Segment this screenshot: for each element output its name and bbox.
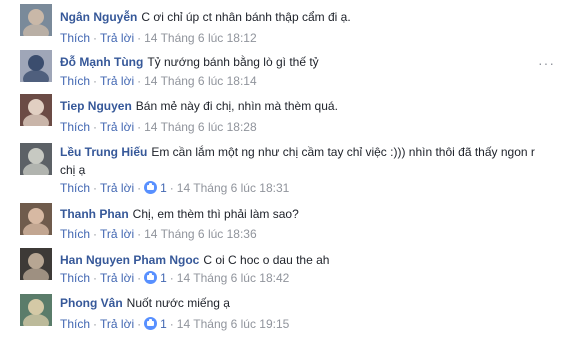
more-options-icon[interactable]: ··· (538, 55, 555, 71)
avatar[interactable] (20, 294, 52, 326)
comment-body: Ngân Nguyễn C ơi chỉ úp ct nhân bánh thập… (60, 8, 540, 26)
commenter-name[interactable]: Han Nguyen Pham Ngoc (60, 253, 199, 267)
comment-actions: Thích · Trả lời · 14 Tháng 6 lúc 18:14 (60, 73, 257, 89)
timestamp[interactable]: 14 Tháng 6 lúc 19:15 (177, 317, 290, 331)
timestamp[interactable]: 14 Tháng 6 lúc 18:12 (144, 31, 257, 45)
reply-link[interactable]: Trả lời (100, 271, 134, 285)
separator-dot: · (169, 181, 174, 195)
reply-link[interactable]: Trả lời (100, 31, 134, 45)
comment-body: Tiep Nguyen Bán mẻ này đi chị, nhìn mà th… (60, 97, 540, 115)
comment-text: C oi C hoc o dau the ah (203, 253, 330, 267)
reply-link[interactable]: Trả lời (100, 227, 134, 241)
reply-link[interactable]: Trả lời (100, 317, 134, 331)
comment-actions: Thích · Trả lời · 1 · 14 Tháng 6 lúc 18:42 (60, 270, 289, 286)
separator-dot: · (93, 181, 98, 195)
commenter-name[interactable]: Lều Trung Hiếu (60, 145, 147, 159)
reply-link[interactable]: Trả lời (100, 74, 134, 88)
reply-link[interactable]: Trả lời (100, 181, 134, 195)
like-link[interactable]: Thích (60, 271, 90, 285)
commenter-name[interactable]: Ngân Nguyễn (60, 10, 137, 24)
like-reaction[interactable]: 1 (144, 181, 167, 195)
like-link[interactable]: Thích (60, 227, 90, 241)
thumbs-up-icon (144, 181, 158, 194)
separator-dot: · (93, 317, 98, 331)
separator-dot: · (137, 317, 142, 331)
comment-text: Bán mẻ này đi chị, nhìn mà thèm quá. (135, 99, 338, 113)
commenter-name[interactable]: Phong Vân (60, 296, 123, 310)
comment-actions: Thích · Trả lời · 1 · 14 Tháng 6 lúc 18:31 (60, 180, 289, 196)
avatar[interactable] (20, 4, 52, 36)
separator-dot: · (169, 317, 174, 331)
comment-text: Tỷ nướng bánh bằng lò gì thế tỷ (147, 55, 319, 69)
comment-actions: Thích · Trả lời · 14 Tháng 6 lúc 18:28 (60, 119, 257, 135)
comment-actions: Thích · Trả lời · 14 Tháng 6 lúc 18:36 (60, 226, 257, 242)
thumbs-up-icon (144, 317, 158, 330)
thumbs-up-icon (144, 271, 158, 284)
timestamp[interactable]: 14 Tháng 6 lúc 18:31 (177, 181, 290, 195)
avatar[interactable] (20, 50, 52, 82)
like-link[interactable]: Thích (60, 181, 90, 195)
separator-dot: · (137, 120, 142, 134)
comment-actions: Thích · Trả lời · 14 Tháng 6 lúc 18:12 (60, 30, 257, 46)
separator-dot: · (137, 31, 142, 45)
like-reaction[interactable]: 1 (144, 317, 167, 331)
like-count: 1 (160, 181, 167, 195)
timestamp[interactable]: 14 Tháng 6 lúc 18:36 (144, 227, 257, 241)
avatar[interactable] (20, 248, 52, 280)
comment-text: C ơi chỉ úp ct nhân bánh thập cẩm đi ạ. (141, 10, 351, 24)
avatar[interactable] (20, 143, 52, 175)
separator-dot: · (137, 271, 142, 285)
separator-dot: · (93, 227, 98, 241)
timestamp[interactable]: 14 Tháng 6 lúc 18:28 (144, 120, 257, 134)
avatar[interactable] (20, 203, 52, 235)
comment-body: Phong Vân Nuốt nước miếng ạ (60, 294, 540, 312)
separator-dot: · (137, 74, 142, 88)
commenter-name[interactable]: Thanh Phan (60, 207, 129, 221)
reply-link[interactable]: Trả lời (100, 120, 134, 134)
separator-dot: · (93, 74, 98, 88)
separator-dot: · (93, 31, 98, 45)
like-count: 1 (160, 317, 167, 331)
separator-dot: · (137, 227, 142, 241)
comment-body: Lều Trung Hiếu Em cần lắm một ng như chị … (60, 143, 540, 179)
comment-text: Nuốt nước miếng ạ (126, 296, 230, 310)
comment-actions: Thích · Trả lời · 1 · 14 Tháng 6 lúc 19:15 (60, 316, 289, 332)
like-link[interactable]: Thích (60, 31, 90, 45)
like-link[interactable]: Thích (60, 317, 90, 331)
separator-dot: · (93, 271, 98, 285)
comment-body: Đỗ Mạnh Tùng Tỷ nướng bánh bằng lò gì thế… (60, 53, 540, 71)
comment-body: Han Nguyen Pham Ngoc C oi C hoc o dau the… (60, 251, 540, 269)
commenter-name[interactable]: Đỗ Mạnh Tùng (60, 55, 143, 69)
like-reaction[interactable]: 1 (144, 271, 167, 285)
separator-dot: · (137, 181, 142, 195)
avatar[interactable] (20, 94, 52, 126)
like-link[interactable]: Thích (60, 74, 90, 88)
timestamp[interactable]: 14 Tháng 6 lúc 18:42 (177, 271, 290, 285)
separator-dot: · (93, 120, 98, 134)
like-link[interactable]: Thích (60, 120, 90, 134)
comment-body: Thanh Phan Chị, em thèm thì phải làm sao? (60, 205, 540, 223)
like-count: 1 (160, 271, 167, 285)
separator-dot: · (169, 271, 174, 285)
timestamp[interactable]: 14 Tháng 6 lúc 18:14 (144, 74, 257, 88)
comment-text: Chị, em thèm thì phải làm sao? (132, 207, 299, 221)
commenter-name[interactable]: Tiep Nguyen (60, 99, 132, 113)
